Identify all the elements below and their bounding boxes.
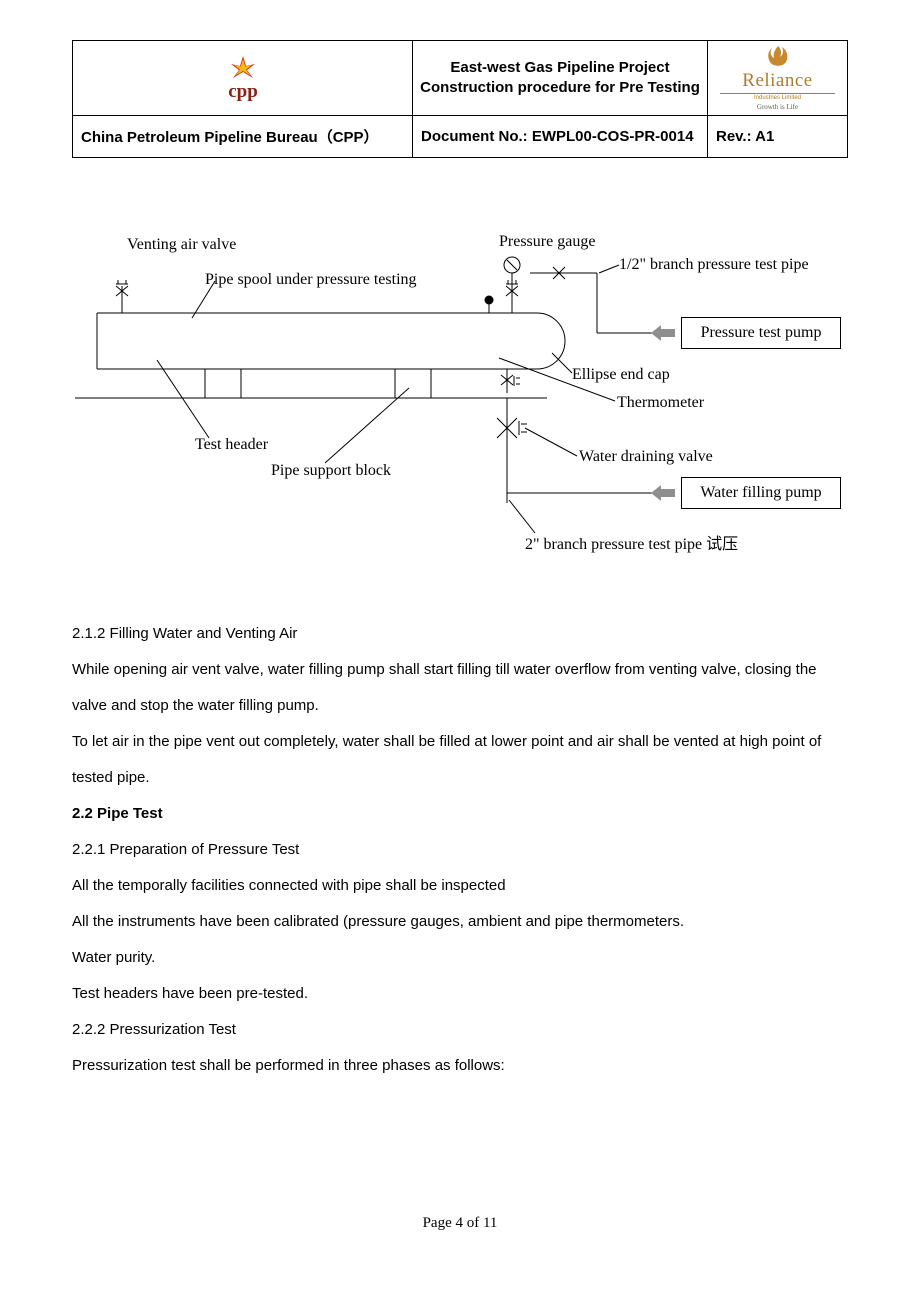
- reliance-subtitle: Industries Limited: [720, 93, 835, 101]
- box-pressure-pump: Pressure test pump: [681, 317, 841, 349]
- label-test-header: Test header: [195, 436, 268, 454]
- cpp-logo-cell: cpp: [73, 41, 413, 116]
- reliance-name: Reliance: [710, 70, 845, 92]
- heading-22: 2.2 Pipe Test: [72, 796, 848, 832]
- reliance-flame-icon: [765, 45, 791, 69]
- heading-221: 2.2.1 Preparation of Pressure Test: [72, 832, 848, 868]
- label-branch-two: 2" branch pressure test pipe 试压: [525, 530, 738, 554]
- cpp-logo-icon: cpp: [77, 54, 408, 102]
- label-ellipse-cap: Ellipse end cap: [572, 366, 670, 384]
- para-212-1: While opening air vent valve, water fill…: [72, 652, 848, 724]
- title-line1: East-west Gas Pipeline Project: [450, 59, 669, 76]
- document-body: 2.1.2 Filling Water and Venting Air Whil…: [72, 616, 848, 1084]
- heading-212: 2.1.2 Filling Water and Venting Air: [72, 616, 848, 652]
- reliance-logo-cell: Reliance Industries Limited Growth is Li…: [708, 41, 848, 116]
- arrow-pressure-pump-icon: [651, 327, 675, 339]
- para-212-2: To let air in the pipe vent out complete…: [72, 724, 848, 796]
- cpp-logo-text: cpp: [228, 81, 258, 102]
- label-thermometer: Thermometer: [617, 394, 704, 412]
- para-221-2: All the instruments have been calibrated…: [72, 904, 848, 940]
- header-rev: Rev.: A1: [708, 116, 848, 158]
- arrow-water-pump-icon: [651, 487, 675, 499]
- label-pressure-gauge: Pressure gauge: [499, 233, 595, 251]
- reliance-tagline: Growth is Life: [710, 103, 845, 111]
- header-docno: Document No.: EWPL00-COS-PR-0014: [413, 116, 708, 158]
- header-title: East-west Gas Pipeline Project Construct…: [413, 41, 708, 116]
- heading-222: 2.2.2 Pressurization Test: [72, 1012, 848, 1048]
- label-pipe-support: Pipe support block: [271, 462, 391, 480]
- para-221-1: All the temporally facilities connected …: [72, 868, 848, 904]
- para-221-4: Test headers have been pre-tested.: [72, 976, 848, 1012]
- box-water-pump: Water filling pump: [681, 477, 841, 509]
- title-line2: Construction procedure for Pre Testing: [420, 79, 700, 96]
- label-pipe-spool: Pipe spool under pressure testing: [205, 271, 417, 289]
- document-header: cpp East-west Gas Pipeline Project Const…: [72, 40, 848, 158]
- page-number: Page 4 of 11: [0, 1215, 920, 1232]
- header-org: China Petroleum Pipeline Bureau（CPP）: [73, 116, 413, 158]
- label-venting-air-valve: Venting air valve: [127, 236, 236, 254]
- pressure-test-diagram: Venting air valve Pipe spool under press…: [67, 218, 847, 588]
- para-221-3: Water purity.: [72, 940, 848, 976]
- label-water-drain: Water draining valve: [579, 448, 713, 466]
- label-branch-half: 1/2" branch pressure test pipe: [619, 256, 809, 274]
- para-222-1: Pressurization test shall be performed i…: [72, 1048, 848, 1084]
